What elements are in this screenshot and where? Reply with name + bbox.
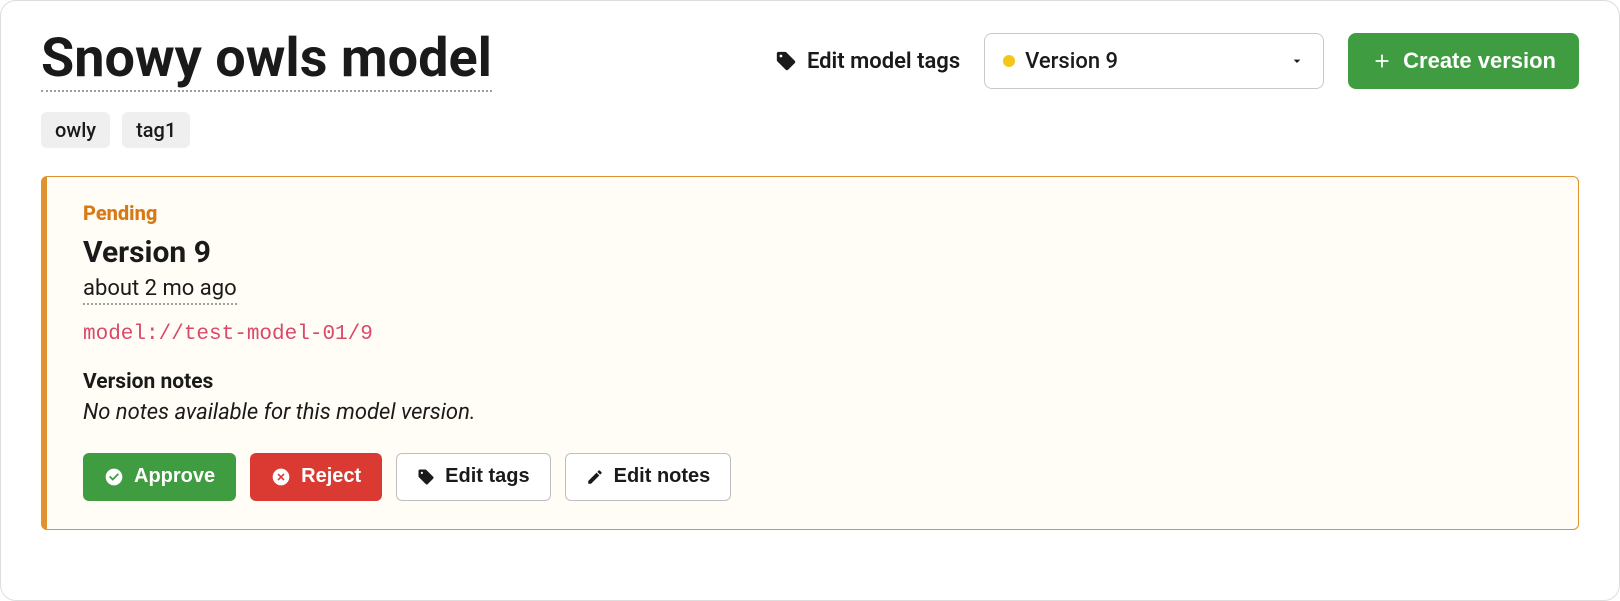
x-circle-icon <box>271 467 291 487</box>
chevron-down-icon <box>1289 53 1305 69</box>
version-notes-body: No notes available for this model versio… <box>83 400 1542 425</box>
approve-label: Approve <box>134 465 215 488</box>
version-status-dot <box>1003 55 1015 67</box>
model-tag[interactable]: tag1 <box>122 112 190 148</box>
edit-notes-button[interactable]: Edit notes <box>565 453 732 501</box>
reject-label: Reject <box>301 465 361 488</box>
edit-model-tags-link[interactable]: Edit model tags <box>775 49 960 74</box>
version-status-badge: Pending <box>83 201 1542 225</box>
version-notes-label: Version notes <box>83 370 1542 394</box>
model-tag[interactable]: owly <box>41 112 110 148</box>
version-select-label: Version 9 <box>1025 49 1279 74</box>
version-heading: Version 9 <box>83 235 1542 270</box>
pencil-icon <box>586 468 604 486</box>
edit-model-tags-label: Edit model tags <box>807 49 960 74</box>
model-detail-page: Snowy owls model Edit model tags Version… <box>0 0 1620 601</box>
edit-version-tags-button[interactable]: Edit tags <box>396 453 550 501</box>
model-title[interactable]: Snowy owls model <box>41 31 492 92</box>
create-version-label: Create version <box>1403 48 1556 74</box>
tag-icon <box>417 468 435 486</box>
create-version-button[interactable]: Create version <box>1348 33 1579 89</box>
model-uri: model://test-model-01/9 <box>83 323 1542 346</box>
version-card: Pending Version 9 about 2 mo ago model:/… <box>41 176 1579 530</box>
edit-version-tags-label: Edit tags <box>445 465 529 488</box>
version-timestamp: about 2 mo ago <box>83 276 237 305</box>
edit-notes-label: Edit notes <box>614 465 711 488</box>
check-circle-icon <box>104 467 124 487</box>
tag-icon <box>775 50 797 72</box>
version-actions: Approve Reject Edit tags Edit notes <box>83 453 1542 501</box>
title-column: Snowy owls model <box>41 31 751 92</box>
model-header: Snowy owls model Edit model tags Version… <box>41 31 1579 92</box>
approve-button[interactable]: Approve <box>83 453 236 501</box>
reject-button[interactable]: Reject <box>250 453 382 501</box>
plus-icon <box>1371 50 1393 72</box>
version-select[interactable]: Version 9 <box>984 33 1324 89</box>
model-tags-row: owly tag1 <box>41 112 1579 148</box>
